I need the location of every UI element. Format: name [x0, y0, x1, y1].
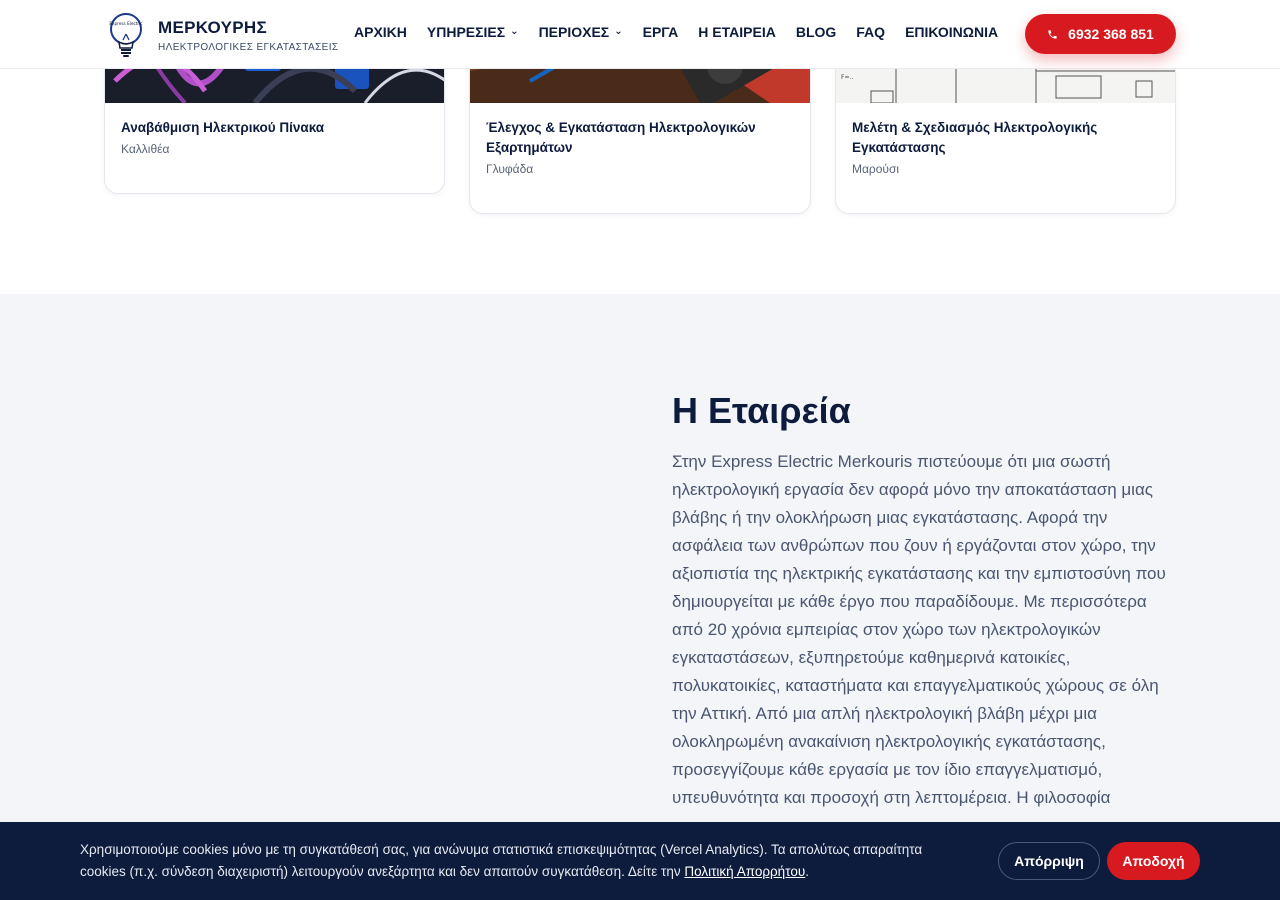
brand-subtitle: ΗΛΕΚΤΡΟΛΟΓΙΚΕΣ ΕΓΚΑΤΑΣΤΑΣΕΙΣ [158, 41, 339, 53]
nav-item-label: ΑΡΧΙΚΗ [354, 24, 407, 40]
project-location: Γλυφάδα [486, 162, 534, 176]
section-title: Η Εταιρεία [672, 390, 851, 431]
company-section: Η Εταιρεία Στην Express Electric Merkour… [0, 294, 1280, 900]
nav-item-label: FAQ [856, 24, 886, 40]
company-description: Στην Express Electric Merkouris πιστεύου… [672, 452, 1166, 807]
project-title: Έλεγχος & Εγκατάσταση Ηλεκτρολογικών Εξα… [486, 120, 756, 155]
accept-cookies-button[interactable]: Αποδοχή [1107, 842, 1200, 880]
cookie-banner: Χρησιμοποιούμε cookies μόνο με τη συγκατ… [0, 822, 1280, 900]
nav-item-faq[interactable]: FAQ [856, 24, 885, 40]
nav-item-label: ΥΠΗΡΕΣΙΕΣ [426, 24, 506, 40]
nav-item-label: ΠΕΡΙΟΧΕΣ [538, 24, 610, 40]
logo-text: Express Electric [109, 21, 143, 26]
nav-item-contact[interactable]: ΕΠΙΚΟΙΝΩΝΙΑ [905, 24, 998, 40]
nav-item-label: ΕΡΓΑ [642, 24, 679, 40]
main-nav: ΑΡΧΙΚΗ ΥΠΗΡΕΣΙΕΣ ⌄ ΠΕΡΙΟΧΕΣ ⌄ ΕΡΓΑ Η ΕΤΑΙΡ… [354, 24, 1018, 40]
nav-item-projects[interactable]: ΕΡΓΑ [643, 24, 679, 40]
brand-logo-link[interactable]: Express Electric ΜΕΡΚΟΥΡΗΣ ΗΛΕΚΤΡΟΛΟΓΙΚΕ… [108, 12, 339, 58]
nav-item-label: ΕΠΙΚΟΙΝΩΝΙΑ [905, 24, 999, 40]
nav-item-blog[interactable]: BLOG [796, 24, 836, 40]
nav-item-label: BLOG [795, 24, 837, 40]
cookie-message: Χρησιμοποιούμε cookies μόνο με τη συγκατ… [80, 839, 970, 883]
privacy-policy-link[interactable]: Πολιτική Απορρήτου [684, 864, 805, 879]
phone-icon [1048, 29, 1057, 39]
lightbulb-logo-icon: Express Electric [108, 12, 144, 58]
cookie-text-end: . [805, 864, 809, 879]
chevron-down-icon: ⌄ [510, 25, 519, 37]
nav-item-company[interactable]: Η ΕΤΑΙΡΕΙΑ [698, 24, 776, 40]
project-title: Αναβάθμιση Ηλεκτρικού Πίνακα [121, 120, 325, 135]
project-title: Μελέτη & Σχεδιασμός Ηλεκτρολογικής Εγκατ… [852, 120, 1098, 155]
reject-cookies-button[interactable]: Απόρριψη [998, 842, 1100, 880]
site-header: Express Electric ΜΕΡΚΟΥΡΗΣ ΗΛΕΚΤΡΟΛΟΓΙΚΕ… [0, 0, 1280, 69]
svg-text:F=..: F=.. [841, 74, 853, 81]
phone-number: 6932 368 851 [1068, 26, 1154, 42]
brand-name: ΜΕΡΚΟΥΡΗΣ [158, 17, 267, 37]
nav-item-areas[interactable]: ΠΕΡΙΟΧΕΣ ⌄ [539, 24, 623, 40]
nav-item-home[interactable]: ΑΡΧΙΚΗ [354, 24, 407, 40]
nav-item-services[interactable]: ΥΠΗΡΕΣΙΕΣ ⌄ [427, 24, 519, 40]
chevron-down-icon: ⌄ [614, 25, 623, 37]
project-location: Μαρούσι [852, 162, 900, 176]
project-location: Καλλιθέα [121, 142, 170, 156]
call-phone-button[interactable]: 6932 368 851 [1025, 14, 1176, 54]
nav-item-label: Η ΕΤΑΙΡΕΙΑ [698, 24, 776, 40]
